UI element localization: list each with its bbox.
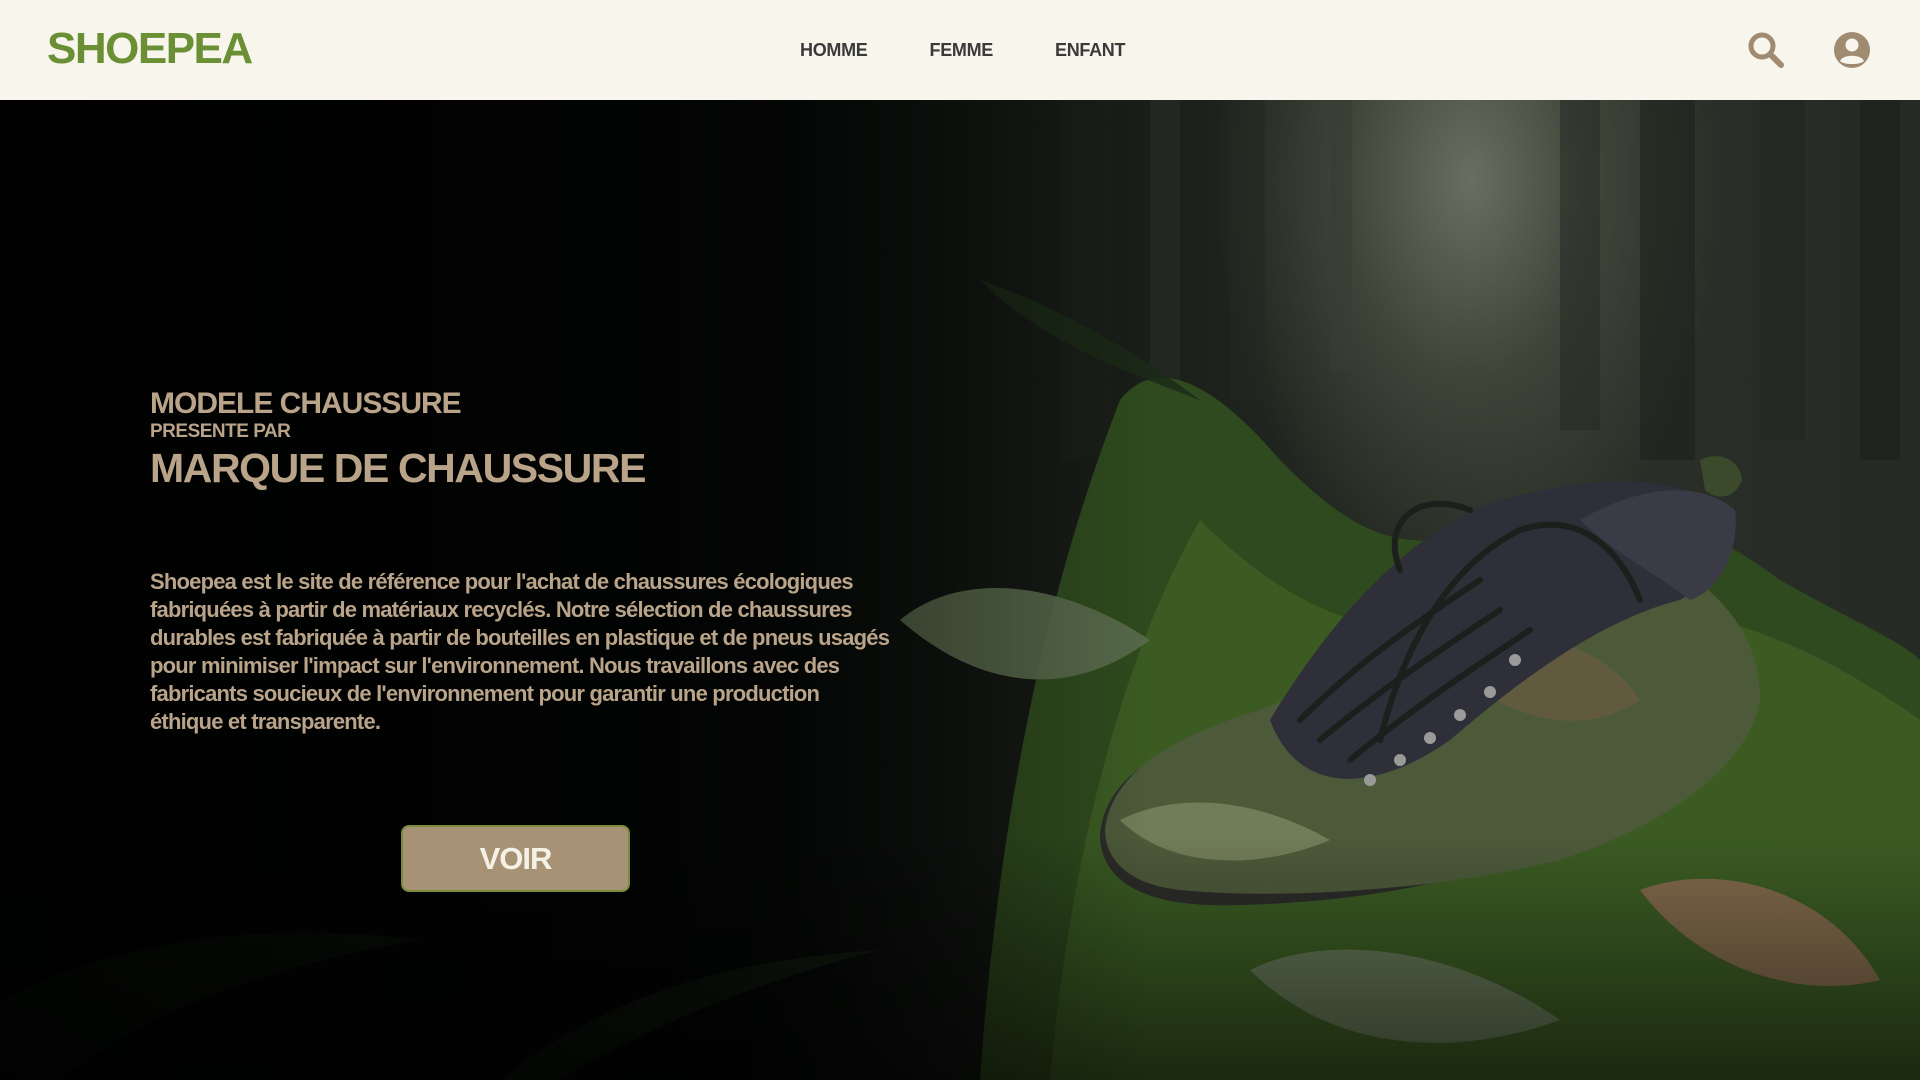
voir-button[interactable]: VOIR (401, 825, 630, 892)
site-logo[interactable]: SHOEPEA (47, 24, 253, 74)
site-header: SHOEPEA HOMME FEMME ENFANT (0, 0, 1920, 100)
main-nav: HOMME FEMME ENFANT (800, 40, 1187, 61)
nav-item-femme[interactable]: FEMME (930, 40, 994, 61)
presented-by-label: PRESENTE PAR (150, 421, 291, 442)
account-icon[interactable] (1832, 30, 1872, 70)
brand-label: MARQUE DE CHAUSSURE (150, 445, 646, 491)
hero-section: MODELE CHAUSSURE PRESENTE PAR MARQUE DE … (0, 100, 1920, 1080)
nav-item-homme[interactable]: HOMME (800, 40, 868, 61)
model-label: MODELE CHAUSSURE (150, 387, 462, 420)
hero-description: Shoepea est le site de référence pour l'… (150, 569, 890, 734)
hero-heading: MODELE CHAUSSURE PRESENTE PAR MARQUE DE … (150, 387, 646, 491)
search-icon[interactable] (1746, 30, 1786, 70)
nav-item-enfant[interactable]: ENFANT (1055, 40, 1126, 61)
